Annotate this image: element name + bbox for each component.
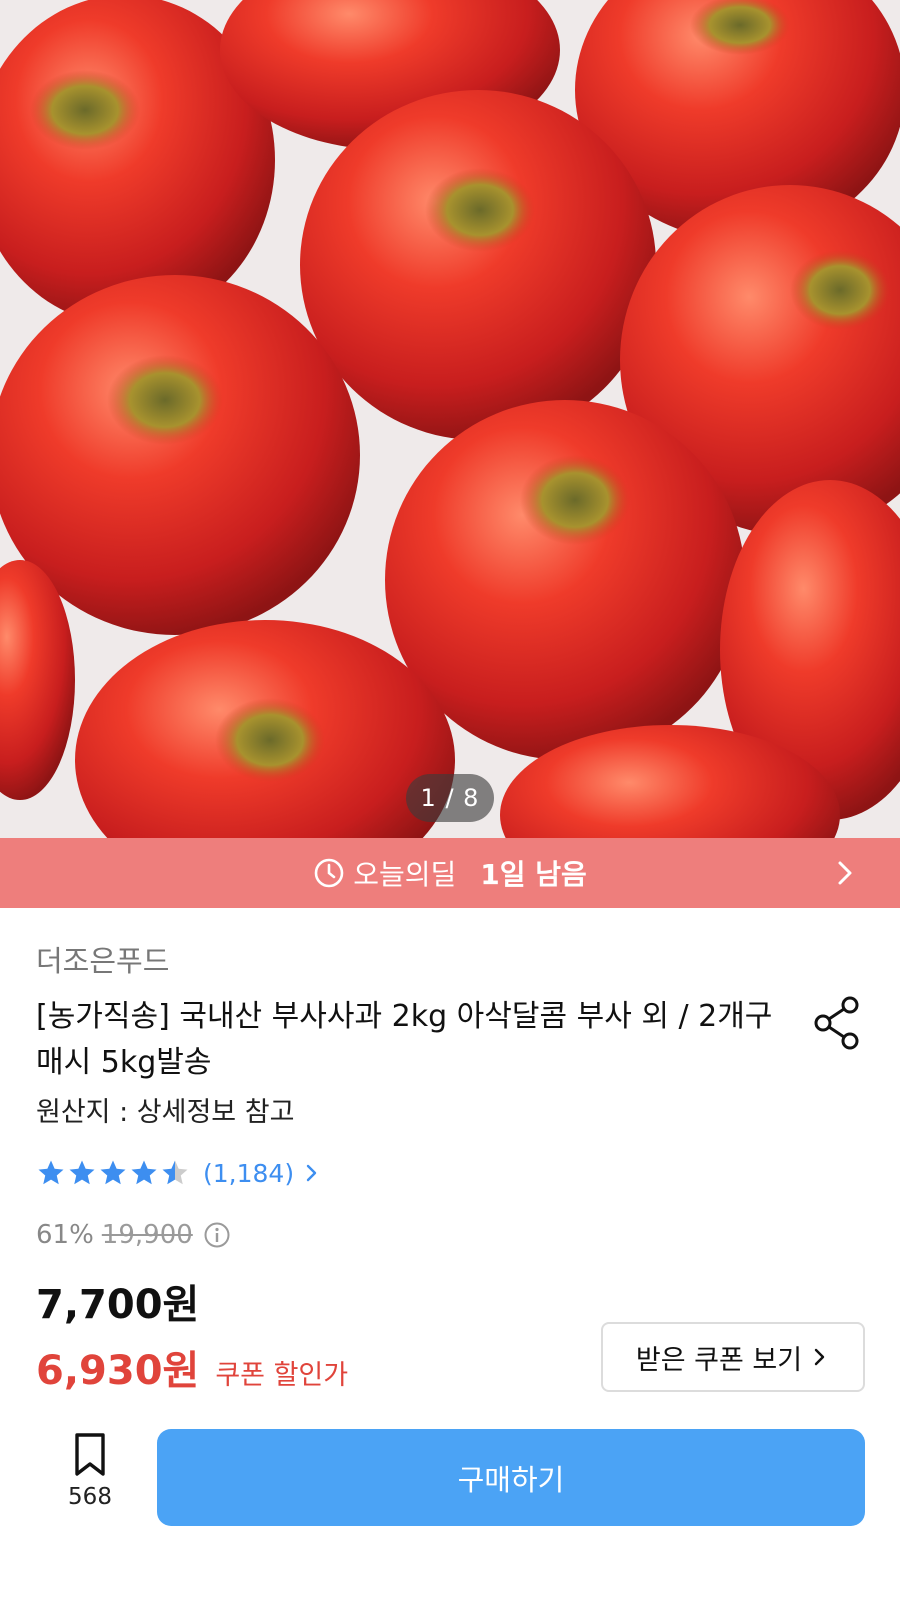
rating-row[interactable]: (1,184)	[36, 1156, 322, 1190]
coupon-price: 6,930원	[36, 1348, 200, 1394]
clock-icon	[314, 858, 344, 888]
original-price: 19,900	[101, 1220, 193, 1250]
sale-price: 7,700원	[36, 1282, 200, 1328]
star-icon	[100, 1160, 126, 1185]
buy-button-label: 구매하기	[457, 1462, 565, 1497]
bookmark-icon	[75, 1433, 105, 1476]
product-image-carousel[interactable]: 1 / 8	[0, 0, 900, 838]
share-icon[interactable]	[812, 996, 862, 1050]
coupon-price-label: 쿠폰 할인가	[215, 1360, 349, 1391]
bookmark-button[interactable]: 568	[58, 1432, 122, 1522]
chevron-right-icon	[306, 1164, 317, 1182]
seller-name[interactable]: 더조은푸드	[36, 938, 169, 980]
chevron-right-icon	[814, 1348, 825, 1366]
discount-rate: 61%	[36, 1220, 94, 1250]
buy-button[interactable]: 구매하기	[157, 1429, 865, 1526]
deal-remaining: 1일 남음	[480, 858, 587, 891]
todays-deal-banner[interactable]: 오늘의딜 1일 남음	[0, 838, 900, 908]
star-icon	[38, 1160, 64, 1185]
chevron-right-icon	[838, 861, 852, 885]
image-pager-indicator: 1 / 8	[406, 774, 494, 822]
discount-row: 61% 19,900	[36, 1220, 231, 1250]
apples-photo	[0, 0, 900, 838]
star-rating	[36, 1158, 191, 1188]
view-coupons-label: 받은 쿠폰 보기	[635, 1344, 803, 1376]
deal-label: 오늘의딜	[353, 858, 457, 891]
bookmark-count: 568	[68, 1484, 112, 1510]
product-title: [농가직송] 국내산 부사사과 2kg 아삭달콤 부사 외 / 2개구매시 5k…	[36, 999, 773, 1080]
half-star-icon	[162, 1160, 188, 1185]
info-icon[interactable]	[203, 1221, 231, 1249]
star-icon	[131, 1160, 157, 1185]
view-coupons-button[interactable]: 받은 쿠폰 보기	[601, 1322, 865, 1392]
origin-info: 원산지 : 상세정보 참고	[36, 1097, 295, 1128]
star-icon	[69, 1160, 95, 1185]
coupon-price-row: 6,930원 쿠폰 할인가	[36, 1338, 348, 1396]
review-count: (1,184)	[203, 1158, 295, 1188]
